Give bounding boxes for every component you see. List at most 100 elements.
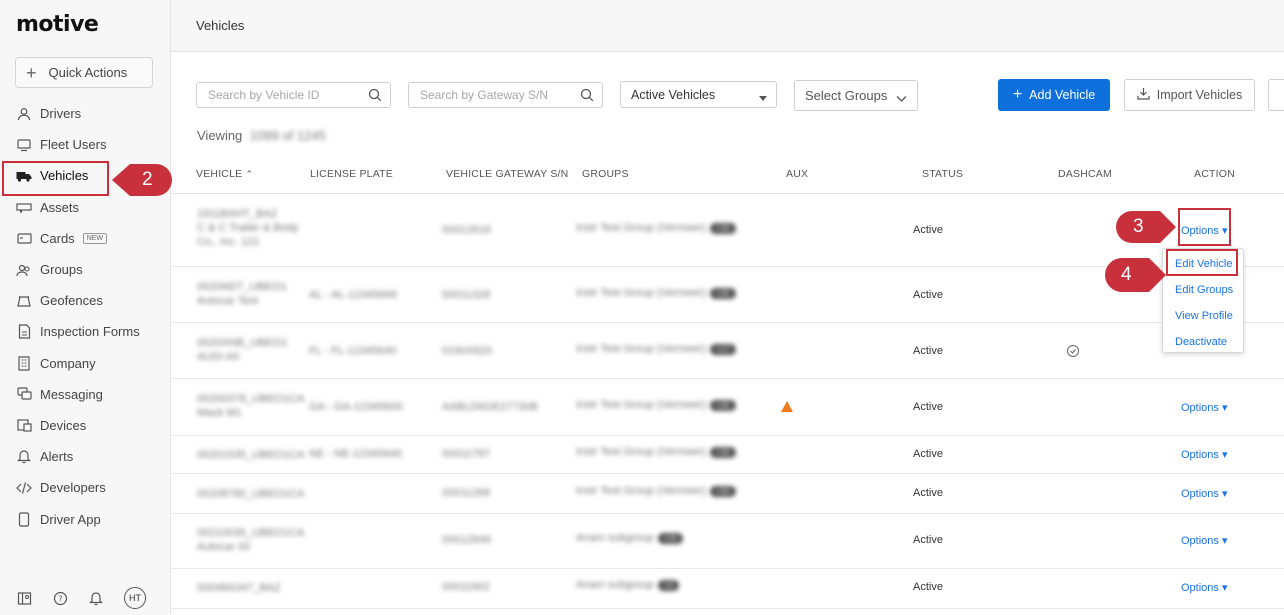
sidebar-item-label: Groups: [40, 262, 83, 278]
help-icon[interactable]: ?: [52, 590, 68, 606]
options-dropdown[interactable]: Options ▾: [1181, 581, 1228, 594]
status-cell: Active: [913, 581, 943, 593]
options-dropdown[interactable]: Options ▾: [1181, 534, 1228, 547]
vehicle-cell[interactable]: 00200378_UBEO1CA Mack M1: [197, 392, 305, 420]
sidebar-item-geofences[interactable]: Geofences: [0, 285, 170, 316]
sidebar-item-label: Fleet Users: [40, 137, 107, 153]
gateway-cell: 00011268: [442, 487, 491, 499]
card-icon: [16, 230, 32, 246]
notification-bell-icon[interactable]: [88, 590, 104, 606]
sidebar-item-messaging[interactable]: Messaging: [0, 379, 170, 410]
license-plate-cell: NE - NE-12345640: [309, 448, 402, 460]
vehicle-status-select[interactable]: Active Vehicles: [620, 81, 777, 108]
column-groups: GROUPS: [582, 168, 629, 180]
device-icon: [16, 417, 32, 433]
column-dashcam: DASHCAM: [1058, 168, 1112, 180]
column-vehicle[interactable]: VEHICLE ⌃: [196, 168, 253, 180]
vehicle-cell[interactable]: 1911BAHT_BAZ C & C Trailer & Body Co., I…: [197, 207, 298, 249]
groups-cell: Instr Test Group (Vermeer) +35: [576, 287, 736, 299]
callout-2-number: 2: [142, 169, 153, 190]
license-plate-cell: AL - AL-12345666: [309, 289, 398, 301]
sidebar-item-driver-app[interactable]: Driver App: [0, 503, 170, 534]
deactivate-menu-item[interactable]: Deactivate: [1175, 336, 1227, 348]
vehicle-desc: C & C Trailer & Body: [197, 222, 299, 234]
sidebar-item-label: Geofences: [40, 293, 103, 309]
sidebar-item-developers[interactable]: Developers: [0, 472, 170, 503]
vehicle-id: 00201535_UBEO1CA: [197, 449, 305, 461]
vehicle-id-search-input[interactable]: Search by Vehicle ID: [196, 82, 391, 108]
status-cell: Active: [913, 345, 943, 357]
sidebar-item-groups[interactable]: Groups: [0, 254, 170, 285]
code-icon: [16, 480, 32, 496]
gateway-search-input[interactable]: Search by Gateway S/N: [408, 82, 603, 108]
callout-3-shape: [1116, 211, 1176, 243]
plus-icon: +: [26, 62, 37, 83]
vehicle-cell[interactable]: 0020XNB_UBEO1 AUDI A5: [197, 336, 288, 364]
add-vehicle-button[interactable]: + Add Vehicle: [998, 79, 1110, 111]
vehicle-cell[interactable]: 00048A347_BAZ: [197, 581, 281, 595]
status-cell: Active: [913, 289, 943, 301]
quick-actions-button[interactable]: + Quick Actions: [15, 57, 153, 88]
import-vehicles-label: Import Vehicles: [1156, 88, 1243, 102]
group-name: Anam subgroup: [576, 532, 654, 544]
search-icon: [368, 88, 382, 105]
sidebar-item-label: Driver App: [40, 511, 101, 527]
sidebar-item-drivers[interactable]: Drivers: [0, 98, 170, 129]
map-settings-icon[interactable]: [16, 590, 32, 606]
groups-select[interactable]: Select Groups: [794, 80, 918, 111]
page-title: Vehicles: [196, 18, 245, 33]
sidebar-item-cards[interactable]: Cards NEW: [0, 223, 170, 254]
sidebar-item-company[interactable]: Company: [0, 348, 170, 379]
table-row: 00210035_UBEO1CA Autocar 00 00012846 Ana…: [171, 514, 1284, 569]
group-count-badge: +35: [710, 400, 736, 411]
viewing-label: Viewing: [197, 128, 243, 143]
sidebar-item-devices[interactable]: Devices: [0, 410, 170, 441]
groups-cell: Anam subgroup +9: [576, 579, 679, 591]
group-count-badge: +17: [710, 344, 736, 355]
vehicle-cell[interactable]: 00201535_UBEO1CA: [197, 448, 305, 462]
viewing-count-value: 1099 of 1245: [249, 128, 326, 143]
vehicle-desc: AUDI A5: [197, 351, 240, 363]
sidebar-item-label: Assets: [40, 199, 80, 215]
vehicle-cell[interactable]: 0020ND7_UBEO1 Autocar Test: [197, 280, 287, 308]
sidebar-item-label: Inspection Forms: [40, 324, 140, 340]
sidebar-item-fleet-users[interactable]: Fleet Users: [0, 129, 170, 160]
avatar[interactable]: HT: [124, 587, 146, 609]
vehicle-cell[interactable]: 00210035_UBEO1CA Autocar 00: [197, 526, 305, 554]
viewing-count: Viewing 1099 of 1245: [197, 128, 326, 143]
sidebar-item-label: Devices: [40, 417, 87, 433]
options-dropdown[interactable]: Options ▾: [1181, 448, 1228, 461]
import-vehicles-button[interactable]: Import Vehicles: [1124, 79, 1255, 111]
vehicle-id: 0020ND7_UBEO1: [197, 281, 287, 293]
options-dropdown[interactable]: Options ▾: [1181, 487, 1228, 500]
table-header: VEHICLE ⌃ LICENSE PLATE VEHICLE GATEWAY …: [171, 155, 1284, 194]
table-row: 00201535_UBEO1CA NE - NE-12345640 000117…: [171, 436, 1284, 474]
more-options-button[interactable]: [1268, 79, 1284, 111]
sidebar-item-label: Cards: [40, 230, 75, 246]
table-row: 0020XNB_UBEO1 AUDI A5 FL - FL-12345640 0…: [171, 323, 1284, 379]
group-count-badge: +35: [657, 533, 684, 544]
view-profile-menu-item[interactable]: View Profile: [1175, 310, 1233, 322]
status-cell: Active: [913, 224, 943, 236]
options-highlight: [1178, 208, 1231, 246]
caret-down-icon: [759, 91, 767, 105]
quick-actions-label: Quick Actions: [48, 65, 128, 80]
callout-4: 4: [1103, 256, 1167, 294]
sidebar-item-inspection-forms[interactable]: Inspection Forms: [0, 316, 170, 347]
column-action: ACTION: [1194, 168, 1235, 180]
group-name: Instr Test Group (Vermeer): [576, 399, 707, 411]
message-icon: [16, 386, 32, 402]
group-name: Instr Test Group (Vermeer): [576, 446, 707, 458]
sidebar-item-alerts[interactable]: Alerts: [0, 441, 170, 472]
motive-logo[interactable]: motive: [16, 12, 99, 37]
gateway-cell: 0190X820: [442, 345, 493, 357]
groups-cell: Instr Test Group (Vermeer) +35: [576, 222, 736, 234]
page-header: Vehicles: [171, 0, 1284, 52]
sidebar-item-label: Drivers: [40, 106, 82, 122]
license-plate-cell: FL - FL-12345640: [309, 345, 397, 357]
edit-groups-menu-item[interactable]: Edit Groups: [1175, 284, 1233, 296]
gateway-cell: 00012846: [442, 534, 491, 546]
vehicle-cell[interactable]: 00208780_UBEO1CA: [197, 487, 305, 501]
options-dropdown[interactable]: Options ▾: [1181, 401, 1228, 414]
group-count-badge: +35: [710, 223, 736, 234]
